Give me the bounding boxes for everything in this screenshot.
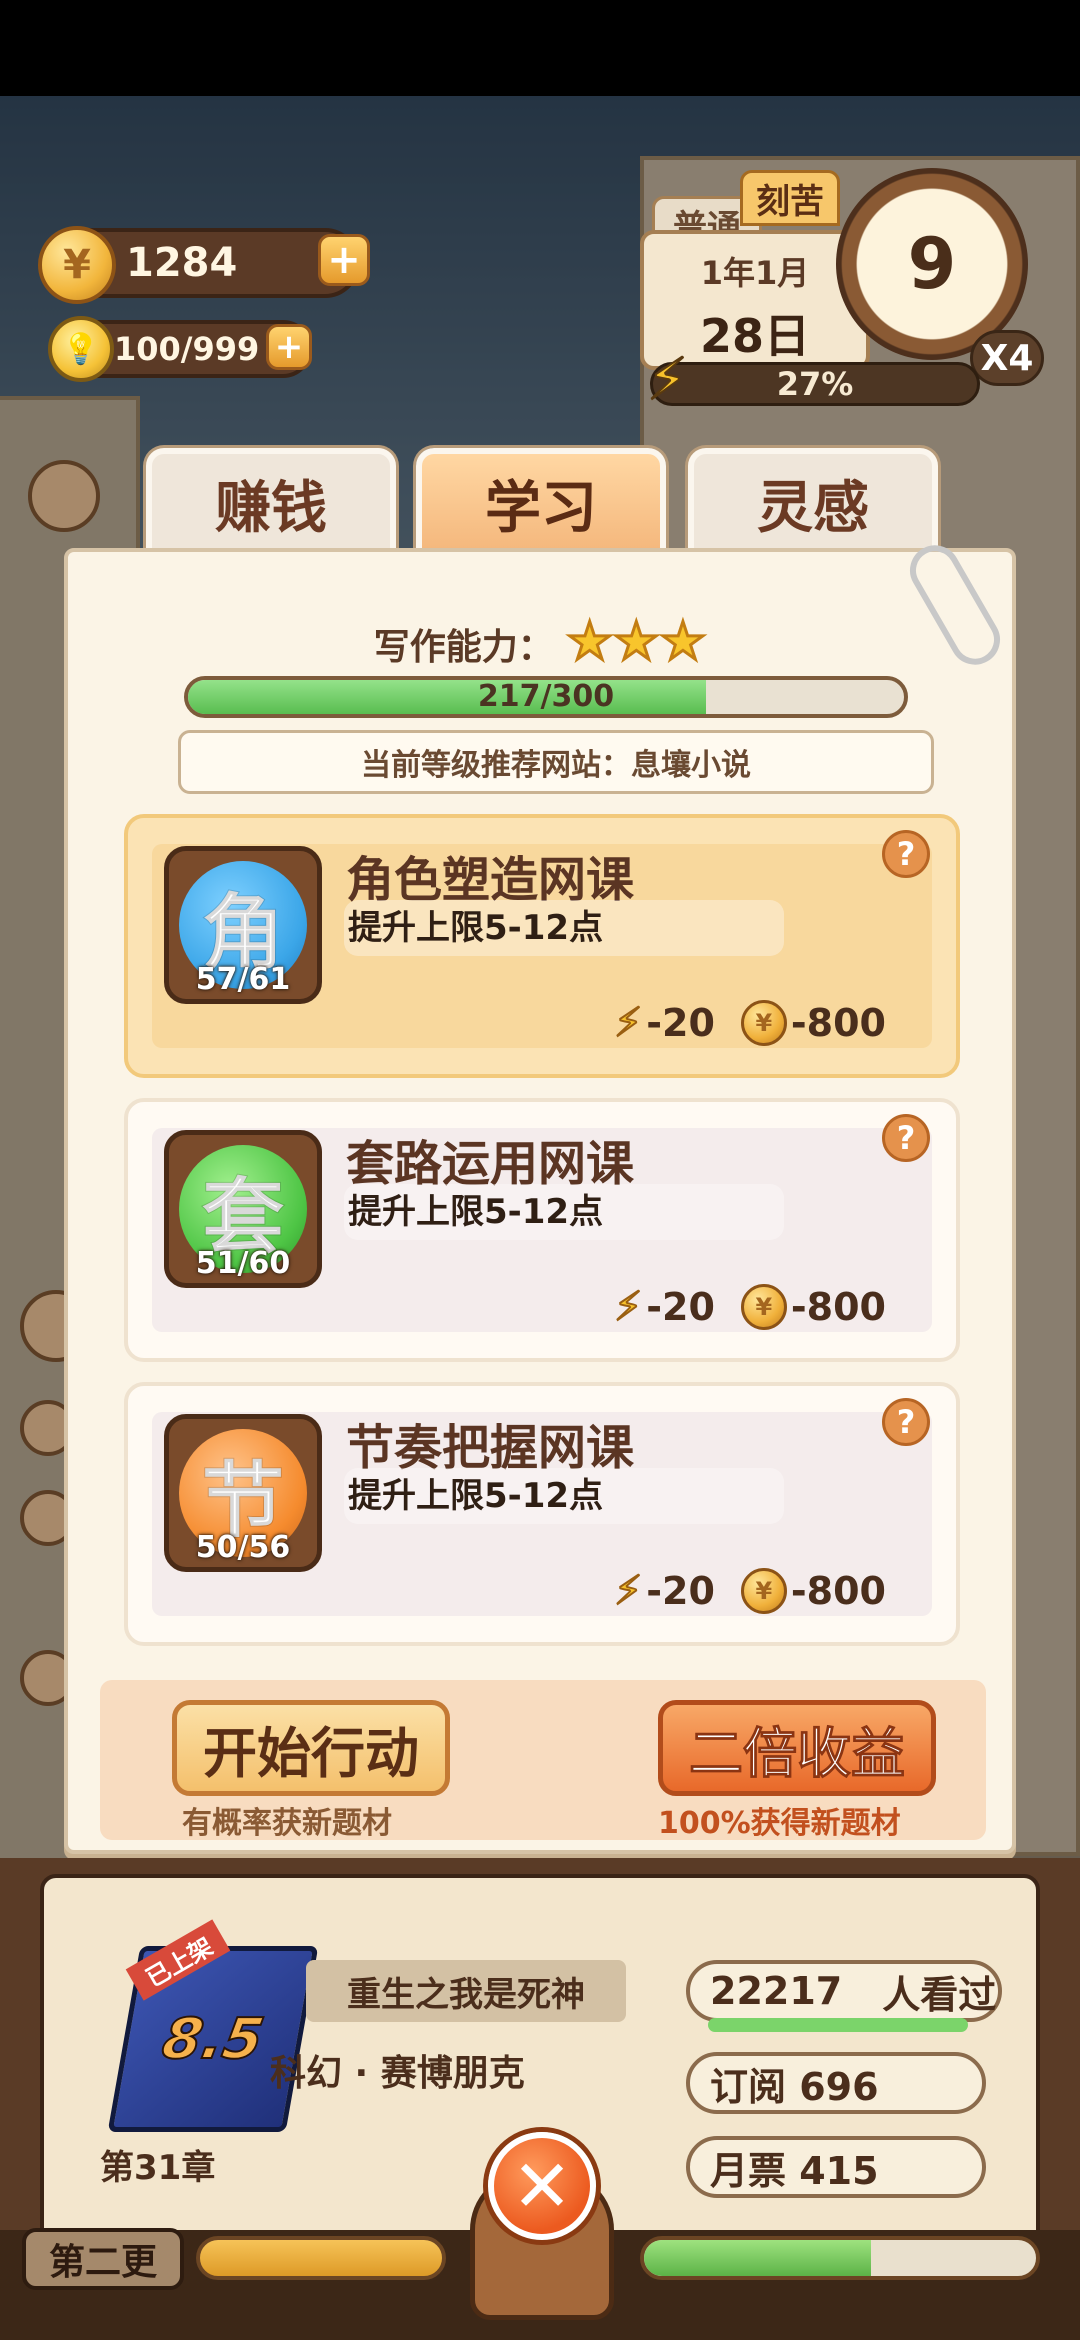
tab-label: 学习	[485, 475, 597, 541]
subscriptions-stat: 订阅 696	[686, 2052, 986, 2114]
course-card[interactable]: 角 57/61 角色塑造网课 提升上限5-12点 ? ⚡ -20 ¥ -800	[124, 814, 960, 1078]
add-coins-button[interactable]: +	[318, 234, 370, 286]
progress-text: 217/300	[477, 679, 615, 714]
action-area: 开始行动 有概率获新题材 二倍收益 100%获得新题材	[100, 1680, 986, 1841]
course-description: 提升上限5-12点	[344, 1468, 784, 1524]
views-stat: 22217 人看过	[686, 1960, 1002, 2022]
coin-counter: ¥ 1284	[38, 226, 360, 304]
double-reward-subtitle: 100%获得新题材	[658, 1806, 901, 1841]
star-icon: ★	[611, 611, 661, 674]
energy-cost: -20	[646, 1569, 715, 1613]
question-icon[interactable]: ?	[882, 1114, 930, 1162]
energy-cost: -20	[646, 1001, 715, 1045]
coin-icon: ¥	[740, 1568, 787, 1614]
book-genre: 科幻 · 赛博朋克	[270, 2053, 525, 2094]
add-inspiration-button[interactable]: +	[266, 324, 312, 370]
update-chip[interactable]: 第二更	[22, 2228, 184, 2290]
clock-hour: 9	[907, 223, 957, 305]
course-cost: ⚡ -20 ¥ -800	[613, 1283, 886, 1331]
coin-cost: -800	[790, 1001, 886, 1045]
course-icon: 节 50/56	[164, 1414, 322, 1572]
side-button-book[interactable]	[28, 460, 100, 532]
course-description: 提升上限5-12点	[344, 900, 784, 956]
lightning-icon: ⚡	[646, 344, 689, 414]
star-icon: ★	[658, 611, 708, 674]
monthly-tickets-stat: 月票 415	[686, 2136, 986, 2198]
views-number: 22217	[710, 1969, 843, 2013]
lightning-icon: ⚡	[613, 999, 643, 1047]
coin-icon: ¥	[740, 1284, 787, 1330]
close-icon: ✕	[511, 2144, 573, 2228]
course-count: 57/61	[195, 962, 291, 997]
course-description: 提升上限5-12点	[344, 1184, 784, 1240]
views-bar	[708, 2018, 968, 2032]
coin-icon: ¥	[740, 1000, 787, 1046]
tab-inspiration[interactable]: 灵感	[688, 448, 938, 558]
close-button[interactable]: ✕	[488, 2132, 596, 2240]
writing-progress-bar: 217/300	[184, 676, 908, 718]
book-rating: 8.5	[157, 2006, 270, 2073]
question-icon[interactable]: ?	[882, 1398, 930, 1446]
course-count: 51/60	[195, 1246, 291, 1281]
coin-icon: ¥	[38, 226, 116, 304]
tab-label: 赚钱	[215, 475, 327, 541]
mode-tag-hard[interactable]: 刻苦	[740, 170, 840, 226]
coin-cost: -800	[790, 1285, 886, 1329]
right-progress-fill	[644, 2240, 872, 2276]
tab-study[interactable]: 学习	[416, 448, 666, 558]
course-icon: 角 57/61	[164, 846, 322, 1004]
course-cost: ⚡ -20 ¥ -800	[613, 1567, 886, 1615]
speed-button[interactable]: X4	[970, 330, 1044, 386]
left-progress-bar	[196, 2236, 446, 2280]
views-label: 人看过	[882, 1972, 997, 2017]
question-icon[interactable]: ?	[882, 830, 930, 878]
start-action-subtitle: 有概率获新题材	[182, 1806, 392, 1841]
coin-amount: 1284	[126, 240, 238, 286]
status-bar	[0, 0, 1080, 96]
course-cost: ⚡ -20 ¥ -800	[613, 999, 886, 1047]
lightning-icon: ⚡	[613, 1283, 643, 1331]
book-chapter: 第31章	[100, 2148, 216, 2188]
writing-ability-label: 写作能力：	[373, 627, 554, 668]
right-progress-bar	[640, 2236, 1040, 2280]
coin-cost: -800	[790, 1569, 886, 1613]
tab-label: 灵感	[757, 475, 869, 541]
writing-ability-row: 写作能力： ★★★	[68, 611, 1012, 674]
double-reward-button[interactable]: 二倍收益	[658, 1700, 936, 1796]
book-title: 重生之我是死神	[306, 1960, 626, 2022]
energy-bar: ⚡ 27%	[646, 344, 980, 414]
course-card[interactable]: 套 51/60 套路运用网课 提升上限5-12点 ? ⚡ -20 ¥ -800	[124, 1098, 960, 1362]
course-count: 50/56	[195, 1530, 291, 1565]
start-action-button[interactable]: 开始行动	[172, 1700, 450, 1796]
lightbulb-icon: 💡	[48, 316, 114, 382]
energy-cost: -20	[646, 1285, 715, 1329]
study-panel: 写作能力： ★★★ 217/300 当前等级推荐网站：息壤小说 角 57/61 …	[64, 548, 1016, 1854]
lightning-icon: ⚡	[613, 1567, 643, 1615]
energy-percent: 27%	[776, 365, 854, 403]
recommended-site: 当前等级推荐网站：息壤小说	[178, 730, 934, 794]
course-card[interactable]: 节 50/56 节奏把握网课 提升上限5-12点 ? ⚡ -20 ¥ -800	[124, 1382, 960, 1646]
star-icon: ★	[565, 611, 615, 674]
course-icon: 套 51/60	[164, 1130, 322, 1288]
year-month: 1年1月	[700, 254, 810, 292]
inspiration-amount: 100/999	[114, 330, 260, 368]
tab-earn-money[interactable]: 赚钱	[146, 448, 396, 558]
